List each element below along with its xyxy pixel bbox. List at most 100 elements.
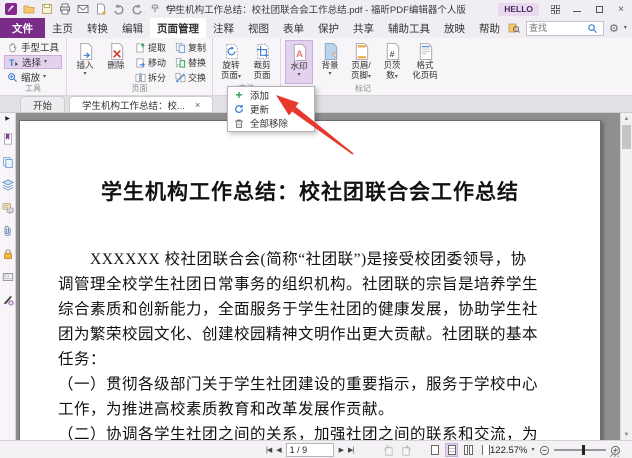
- attachments-icon[interactable]: [2, 225, 14, 237]
- undo-button[interactable]: [112, 2, 126, 16]
- comments-icon[interactable]: [1, 202, 14, 214]
- document-line: 工作，为推进高校素质教育和改革发展作贡献。: [58, 401, 395, 418]
- facing-view-button[interactable]: [462, 443, 475, 457]
- select-button[interactable]: T 选择 ▾: [4, 55, 63, 69]
- last-page-button[interactable]: ▶|: [348, 446, 354, 454]
- move-button[interactable]: 移动: [133, 55, 168, 69]
- delete-page-icon: [110, 42, 123, 61]
- new-document-button[interactable]: [94, 2, 108, 16]
- crop-page-button[interactable]: 裁剪 页面: [248, 40, 276, 84]
- format-page-number-button[interactable]: 格式 化页码: [409, 40, 441, 84]
- digital-signature-icon[interactable]: [2, 294, 14, 306]
- scrollbar-thumb[interactable]: [622, 125, 631, 149]
- tab-help[interactable]: 帮助: [472, 18, 507, 38]
- menu-item-add[interactable]: + 添加: [228, 88, 314, 102]
- user-account-badge[interactable]: HELLO: [498, 2, 539, 16]
- bates-label-2: 数▾: [386, 69, 398, 80]
- split-icon: [135, 72, 146, 82]
- hand-icon: [9, 42, 17, 52]
- open-file-button[interactable]: [22, 2, 36, 16]
- minimize-button[interactable]: [571, 3, 583, 15]
- scroll-down-icon[interactable]: ▼: [621, 429, 632, 440]
- ribbon-group-page: 插入 ▾ 删除 提取 移动 拆分 复制 替换 交换 页面: [67, 38, 214, 95]
- tab-convert[interactable]: 转换: [80, 18, 115, 38]
- header-footer-button[interactable]: 页眉/ 页脚▾: [347, 40, 375, 84]
- rotate-left-button[interactable]: [383, 444, 394, 456]
- select-text-icon: T: [9, 58, 19, 68]
- insert-page-button[interactable]: 插入 ▾: [71, 40, 99, 84]
- tab-slideshow[interactable]: 放映: [437, 18, 472, 38]
- watermark-button[interactable]: A 水印 ▾: [285, 40, 314, 84]
- menu-item-remove-all[interactable]: 全部移除: [228, 116, 314, 130]
- search-doc-icon[interactable]: [507, 21, 521, 35]
- extract-button[interactable]: 提取: [133, 40, 168, 54]
- copy-icon: [175, 42, 186, 53]
- field-list-icon[interactable]: [2, 271, 14, 283]
- tab-share[interactable]: 共享: [346, 18, 381, 38]
- vertical-scrollbar[interactable]: ▲ ▼: [620, 113, 632, 440]
- add-label: 添加: [250, 91, 270, 102]
- copy-button[interactable]: 复制: [173, 40, 208, 54]
- tab-protect[interactable]: 保护: [311, 18, 346, 38]
- security-lock-icon[interactable]: [2, 248, 14, 260]
- tab-edit[interactable]: 编辑: [115, 18, 150, 38]
- pdf-page[interactable]: 学生机构工作总结：校社团联合会工作总结 XXXXXX 校社团联合会(简称“社团联…: [19, 120, 601, 440]
- tab-page-management[interactable]: 页面管理: [150, 18, 206, 38]
- swap-button[interactable]: 交换: [173, 70, 208, 84]
- hand-tool-button[interactable]: 手型工具: [4, 40, 62, 54]
- single-page-view-button[interactable]: [428, 443, 441, 457]
- menu-item-update[interactable]: 更新: [228, 102, 314, 116]
- first-page-button[interactable]: |◀: [266, 446, 272, 454]
- tab-view[interactable]: 视图: [241, 18, 276, 38]
- layout-grid-icon[interactable]: [549, 3, 561, 15]
- save-button[interactable]: [40, 2, 54, 16]
- zoom-slider[interactable]: [553, 445, 606, 455]
- document-body: XXXXXX 校社团联合会(简称“社团联”)是接受校团委领导，协 调管理全校学生…: [58, 247, 562, 440]
- next-page-button[interactable]: ▶: [339, 446, 344, 454]
- scroll-up-icon[interactable]: ▲: [621, 113, 632, 124]
- gear-dropdown-caret[interactable]: ▾: [624, 25, 627, 31]
- close-icon[interactable]: ×: [195, 100, 200, 110]
- zoom-dropdown-caret[interactable]: ▾: [532, 447, 535, 453]
- page-number-input[interactable]: [285, 443, 334, 457]
- zoom-out-button[interactable]: [539, 445, 550, 456]
- tab-comment[interactable]: 注释: [206, 18, 241, 38]
- maximize-button[interactable]: [593, 3, 605, 15]
- search-icon[interactable]: [587, 23, 598, 34]
- gear-icon[interactable]: ⚙: [609, 22, 619, 35]
- find-box: [526, 20, 604, 36]
- doc-tab-start[interactable]: 开始: [20, 96, 66, 112]
- zoom-tool-button[interactable]: 缩放 ▾: [4, 70, 62, 84]
- app-logo-icon[interactable]: [4, 2, 18, 16]
- tab-form[interactable]: 表单: [276, 18, 311, 38]
- bates-numbering-button[interactable]: # 贝茨 数▾: [378, 40, 406, 84]
- redo-button[interactable]: [130, 2, 144, 16]
- page-thumbnails-icon[interactable]: [2, 156, 14, 168]
- tab-home[interactable]: 主页: [45, 18, 80, 38]
- tab-file[interactable]: 文件: [0, 18, 45, 38]
- zoom-slider-knob[interactable]: [581, 445, 585, 455]
- refresh-icon: [235, 104, 243, 113]
- split-button[interactable]: 拆分: [133, 70, 168, 84]
- find-input[interactable]: [529, 23, 587, 33]
- layers-icon[interactable]: [1, 179, 14, 191]
- rotate-page-button[interactable]: 旋转 页面▾: [217, 40, 245, 84]
- delete-page-button[interactable]: 删除: [102, 40, 130, 84]
- fit-width-view-button[interactable]: [445, 443, 458, 457]
- background-button[interactable]: 背景 ▾: [316, 40, 344, 84]
- panel-collapse-icon[interactable]: ▶: [5, 116, 10, 122]
- foxit-pdf-editor-window: ▾ ≡ 学生机构工作总结：校社团联合会工作总结.pdf - 福昕PDF编辑器个人…: [0, 0, 632, 458]
- resize-grip-icon[interactable]: [609, 447, 620, 458]
- email-button[interactable]: [76, 2, 90, 16]
- ink-sign-button[interactable]: [148, 2, 162, 16]
- tab-accessibility[interactable]: 辅助工具: [381, 18, 437, 38]
- bookmarks-icon[interactable]: [2, 133, 14, 145]
- replace-button[interactable]: 替换: [173, 55, 208, 69]
- close-button[interactable]: ×: [615, 3, 627, 15]
- rotate-right-button[interactable]: [401, 444, 412, 456]
- print-button[interactable]: [58, 2, 72, 16]
- doc-tab-document[interactable]: 学生机构工作总结：校... ×: [69, 96, 214, 112]
- prev-page-button[interactable]: ◀: [276, 446, 281, 454]
- document-line: （一）贯彻各级部门关于学生社团建设的重要指示，服务于学校中心: [58, 376, 539, 393]
- dropdown-caret: ▾: [368, 73, 372, 80]
